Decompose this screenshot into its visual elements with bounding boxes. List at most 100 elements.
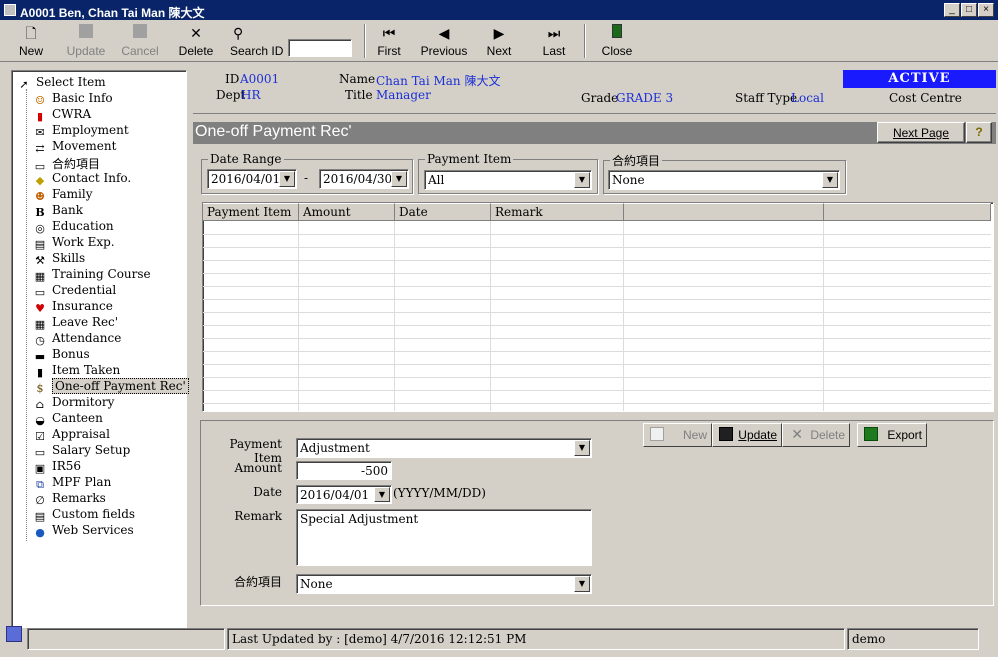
- update-button[interactable]: Update: [64, 24, 108, 58]
- tree-item[interactable]: B Bank: [32, 203, 83, 219]
- search-id-input[interactable]: [288, 39, 352, 57]
- first-button[interactable]: ⏮ First: [374, 24, 404, 58]
- app-icon: [4, 4, 16, 16]
- contract-select[interactable]: None ▼: [296, 574, 592, 594]
- tree-item-label: Item Taken: [52, 363, 121, 377]
- update-icon: [64, 24, 108, 42]
- title-value: Manager: [376, 88, 431, 102]
- staff-type-label: Staff Type: [735, 91, 798, 105]
- grid-row-line: [203, 299, 991, 300]
- payment-item-select[interactable]: Adjustment ▼: [296, 438, 592, 458]
- dropdown-arrow-icon[interactable]: ▼: [391, 171, 407, 187]
- grid-column-header[interactable]: Amount: [299, 203, 395, 221]
- payment-grid[interactable]: Payment Item Amount Date Remark: [202, 202, 994, 412]
- grid-column-header[interactable]: Remark: [491, 203, 624, 221]
- dropdown-arrow-icon[interactable]: ▼: [574, 172, 590, 188]
- tree-item[interactable]: ▦ Leave Rec': [32, 315, 118, 331]
- tree-item[interactable]: ☑ Appraisal: [32, 427, 110, 443]
- dropdown-arrow-icon[interactable]: ▼: [374, 487, 390, 502]
- grid-column-header[interactable]: [824, 203, 991, 221]
- tree-item-label: Remarks: [52, 491, 106, 505]
- tree-item[interactable]: ⇄ Movement: [32, 139, 116, 155]
- date-range-label: Date Range: [210, 152, 282, 166]
- remark-textarea[interactable]: Special Adjustment: [296, 509, 592, 566]
- tree-item[interactable]: ⧉ MPF Plan: [32, 475, 111, 491]
- dropdown-arrow-icon[interactable]: ▼: [574, 440, 590, 456]
- date-from-picker[interactable]: 2016/04/01 ▼: [207, 169, 297, 189]
- contract-label: 合約項目: [233, 575, 282, 589]
- delete-button[interactable]: ✕ Delete: [176, 24, 216, 58]
- grid-column-divider: [623, 221, 624, 411]
- tree-item[interactable]: ☺ Basic Info: [32, 91, 113, 107]
- keyboard-icon: ▭: [34, 446, 46, 459]
- previous-button[interactable]: ◀ Previous: [420, 24, 468, 58]
- help-button[interactable]: ?: [966, 122, 992, 143]
- navigation-tree[interactable]: ➚ Select Item ☺ Basic Info ▮ CWRA ✉ Employment ⇄…: [11, 70, 189, 628]
- tree-item[interactable]: ⚒ Skills: [32, 251, 85, 267]
- last-button[interactable]: ⏭ Last: [540, 24, 568, 58]
- next-button[interactable]: ▶ Next: [484, 24, 514, 58]
- grid-column-divider: [490, 221, 491, 411]
- grid-column-header[interactable]: Payment Item: [203, 203, 299, 221]
- clock-icon: ◷: [35, 334, 45, 347]
- tree-item-label: Credential: [52, 283, 117, 297]
- tree-item-label: IR56: [52, 459, 82, 473]
- close-button[interactable]: Close: [600, 24, 634, 58]
- tree-item[interactable]: ▦ Training Course: [32, 267, 151, 283]
- grid-row-line: [203, 403, 991, 404]
- payment-item-filter-label: Payment Item: [427, 152, 512, 166]
- dropdown-arrow-icon[interactable]: ▼: [574, 576, 590, 592]
- tree-item[interactable]: ▮ Item Taken: [32, 363, 120, 379]
- close-window-button[interactable]: ×: [978, 3, 994, 17]
- grid-column-header[interactable]: [624, 203, 824, 221]
- tree-item[interactable]: ☻ Family: [32, 187, 92, 203]
- tree-item[interactable]: ▭ 合約項目: [32, 155, 100, 173]
- tree-item[interactable]: ● Web Services: [32, 523, 133, 539]
- window-title-bar[interactable]: A0001 Ben, Chan Tai Man 陳大文: [0, 0, 998, 20]
- binoculars-icon: ⚲: [233, 25, 244, 41]
- tree-item[interactable]: ∅ Remarks: [32, 491, 106, 507]
- amount-label: Amount: [234, 461, 282, 475]
- maximize-button[interactable]: □: [961, 3, 977, 17]
- tree-item[interactable]: ▣ IR56: [32, 459, 81, 475]
- section-title: One-off Payment Rec': [195, 123, 352, 140]
- tree-item[interactable]: ◎ Education: [32, 219, 113, 235]
- tree-item[interactable]: ✉ Employment: [32, 123, 128, 139]
- grid-row-line: [203, 325, 991, 326]
- tree-item[interactable]: ⌂ Dormitory: [32, 395, 115, 411]
- tree-item[interactable]: $ One-off Payment Rec': [32, 378, 189, 395]
- cancel-icon: [120, 24, 160, 42]
- tree-item[interactable]: ◷ Attendance: [32, 331, 121, 347]
- tree-item[interactable]: ♥ Insurance: [32, 299, 113, 315]
- dropdown-arrow-icon[interactable]: ▼: [279, 171, 295, 187]
- minimize-button[interactable]: _: [944, 3, 960, 17]
- tree-item[interactable]: ➚ Select Item: [16, 75, 105, 91]
- grid-new-button[interactable]: New: [643, 423, 712, 447]
- search-id-label: ⚲ Search ID: [230, 24, 290, 58]
- tree-item[interactable]: ◒ Canteen: [32, 411, 103, 427]
- tree-item[interactable]: ▭ Salary Setup: [32, 443, 130, 459]
- tree-item[interactable]: ▬ Bonus: [32, 347, 90, 363]
- tree-item[interactable]: ◆ Contact Info.: [32, 171, 131, 187]
- grid-column-divider: [823, 221, 824, 411]
- amount-field[interactable]: -500: [296, 461, 392, 480]
- tree-item[interactable]: ▭ Credential: [32, 283, 116, 299]
- next-page-button[interactable]: Next Page: [877, 122, 965, 143]
- export-button[interactable]: Export: [857, 423, 927, 447]
- grid-row-line: [203, 351, 991, 352]
- tree-item[interactable]: ▤ Work Exp.: [32, 235, 115, 251]
- grid-column-header[interactable]: Date: [395, 203, 491, 221]
- tree-item[interactable]: ▤ Custom fields: [32, 507, 135, 523]
- pointer-icon: ➚: [19, 78, 29, 91]
- tree-item[interactable]: ▮ CWRA: [32, 107, 91, 123]
- grid-delete-button[interactable]: ✕ Delete: [782, 423, 850, 447]
- payment-item-filter-select[interactable]: All ▼: [424, 170, 592, 190]
- grid-update-button[interactable]: Update: [712, 423, 782, 447]
- grid-row-line: [203, 364, 991, 365]
- dropdown-arrow-icon[interactable]: ▼: [822, 172, 838, 188]
- new-button[interactable]: 🗋 New: [14, 24, 48, 58]
- contract-filter-select[interactable]: None ▼: [608, 170, 840, 190]
- date-picker[interactable]: 2016/04/01 ▼: [296, 485, 392, 504]
- date-to-picker[interactable]: 2016/04/30 ▼: [319, 169, 409, 189]
- cancel-button[interactable]: Cancel: [120, 24, 160, 58]
